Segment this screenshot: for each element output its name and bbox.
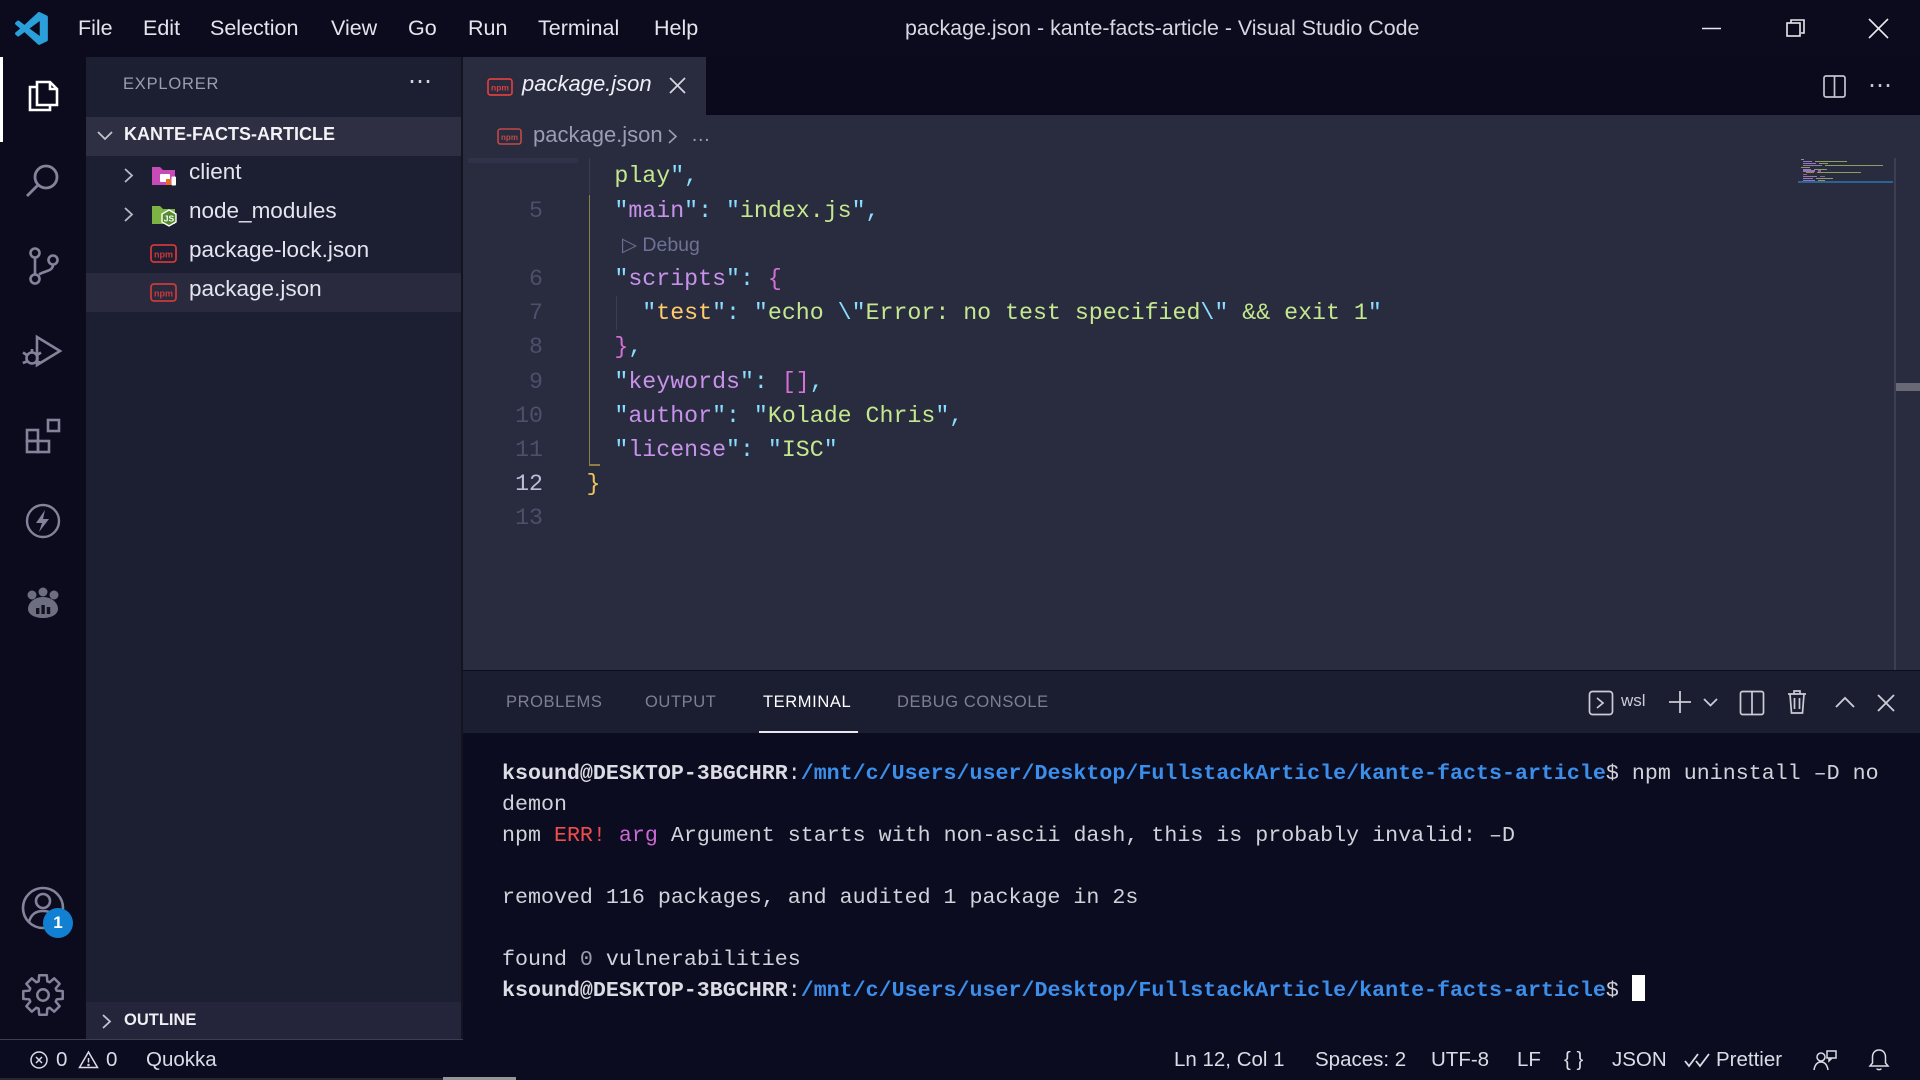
svg-text:npm: npm [501, 133, 518, 142]
svg-text:JS: JS [164, 214, 175, 224]
svg-text:npm: npm [154, 289, 173, 299]
svg-text:npm: npm [491, 83, 509, 93]
svg-text:npm: npm [154, 250, 173, 260]
